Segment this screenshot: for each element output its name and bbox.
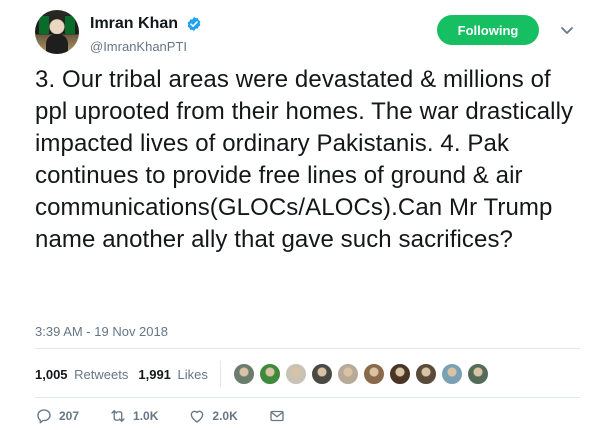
tweet-actions: 207 1.0K 2.0K [35,406,322,426]
liker-avatar[interactable] [310,363,333,385]
stats-separator [219,361,221,387]
liker-avatar[interactable] [232,363,255,385]
reply-button[interactable]: 207 [35,407,79,425]
liker-avatar[interactable] [362,363,385,385]
liker-avatar[interactable] [466,363,489,385]
heart-icon [191,410,204,423]
liker-avatar[interactable] [414,363,437,385]
retweet-count: 1.0K [133,409,159,423]
tweet-text: 3. Our tribal areas were devastated & mi… [35,66,574,253]
avatar[interactable] [35,10,79,54]
tweet-header: Imran Khan @ImranKhanPTI Following [35,10,580,58]
liker-avatar[interactable] [440,363,463,385]
divider [35,397,580,398]
retweet-button[interactable]: 1.0K [109,407,158,425]
direct-message-icon [270,410,284,422]
handle[interactable]: @ImranKhanPTI [90,39,202,54]
reply-icon [37,409,51,424]
like-count: 2.0K [212,409,238,423]
following-button[interactable]: Following [437,15,539,45]
like-button[interactable]: 2.0K [188,407,238,425]
retweet-icon [111,410,125,422]
verified-badge-icon [186,16,202,32]
liker-avatar[interactable] [336,363,359,385]
direct-message-button[interactable] [268,407,292,425]
liker-avatar[interactable] [284,363,307,385]
likes-label: Likes [177,366,208,382]
display-name[interactable]: Imran Khan [90,15,178,33]
tweet-timestamp[interactable]: 3:39 AM - 19 Nov 2018 [35,324,168,339]
liker-avatar[interactable] [388,363,411,385]
retweets-count: 1,005 [35,366,68,382]
tweet-stats: 1,005 Retweets 1,991 Likes [35,359,493,389]
likes-count: 1,991 [138,366,171,382]
author-block[interactable]: Imran Khan @ImranKhanPTI [90,15,202,54]
liker-avatars [232,363,493,385]
chevron-down-icon[interactable] [557,20,577,40]
liker-avatar[interactable] [258,363,281,385]
retweets-stat[interactable]: 1,005 Retweets [35,367,128,382]
divider [35,348,580,349]
retweets-label: Retweets [74,366,129,382]
likes-stat[interactable]: 1,991 Likes [138,367,208,382]
reply-count: 207 [59,409,80,423]
